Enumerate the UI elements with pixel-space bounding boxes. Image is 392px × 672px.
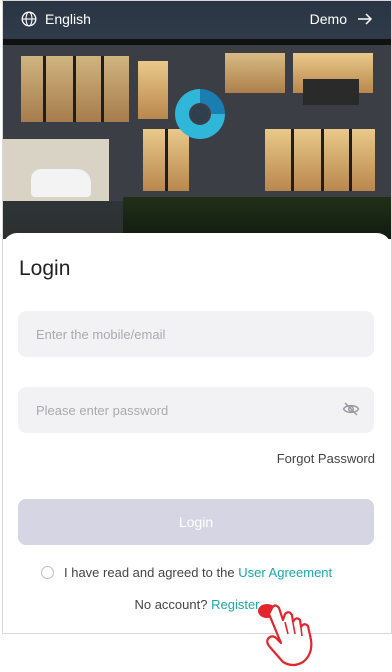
account-field[interactable] bbox=[18, 311, 374, 357]
login-button[interactable]: Login bbox=[18, 499, 374, 545]
agreement-text: I have read and agreed to the bbox=[64, 565, 235, 580]
user-agreement-link[interactable]: User Agreement bbox=[238, 565, 332, 580]
demo-label: Demo bbox=[309, 11, 347, 27]
password-input[interactable] bbox=[34, 401, 358, 419]
globe-icon bbox=[21, 11, 37, 27]
hand-pointer-icon bbox=[258, 604, 313, 667]
top-bar: English Demo bbox=[3, 1, 391, 37]
no-account-text: No account? bbox=[134, 597, 208, 612]
account-input[interactable] bbox=[34, 325, 358, 343]
app-screen: English Demo Login Forgot Password Login bbox=[2, 0, 392, 634]
arrow-right-icon bbox=[358, 13, 373, 25]
page-title: Login bbox=[19, 257, 71, 280]
password-field[interactable] bbox=[18, 387, 374, 433]
forgot-password-link[interactable]: Forgot Password bbox=[277, 451, 375, 466]
register-link[interactable]: Register bbox=[211, 597, 259, 612]
brand-logo bbox=[175, 89, 225, 139]
register-row: No account? Register bbox=[3, 597, 391, 612]
agreement-row: I have read and agreed to the User Agree… bbox=[41, 565, 332, 580]
demo-button[interactable]: Demo bbox=[310, 11, 391, 27]
language-selector[interactable]: English bbox=[3, 11, 91, 27]
agreement-checkbox[interactable] bbox=[41, 566, 54, 579]
login-card: Login Forgot Password Login I have read … bbox=[3, 233, 391, 633]
language-label: English bbox=[45, 11, 91, 27]
eye-off-icon[interactable] bbox=[342, 401, 360, 417]
